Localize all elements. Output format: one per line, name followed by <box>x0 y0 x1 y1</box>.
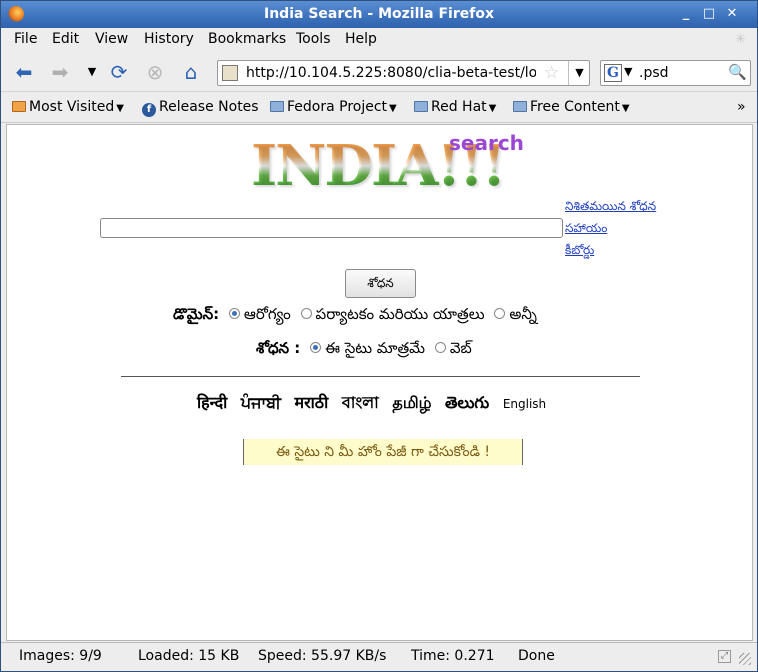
bookmark-release-notes[interactable]: f Release Notes <box>142 99 259 117</box>
menu-history[interactable]: History <box>144 31 194 47</box>
scope-label: శోధన : <box>256 339 301 357</box>
title-bar: India Search - Mozilla Firefox _ □ ✕ <box>1 1 757 28</box>
fedora-icon: f <box>142 103 156 117</box>
scope-site-label: ఈ సైటు మాత్రమే <box>325 339 426 357</box>
back-icon[interactable]: ⬅ <box>12 60 36 84</box>
set-homepage-banner[interactable]: ఈ సైటు ని మీ హోం పేజీ గా చేసుకోండి ! <box>243 439 523 465</box>
lang-punjabi[interactable]: ਪੰਜਾਬੀ <box>241 393 281 412</box>
stop-icon[interactable]: ⊗ <box>143 60 167 84</box>
menu-bar: File Edit View History Bookmarks Tools H… <box>1 28 757 52</box>
bookmarks-toolbar: Most Visited ▼ f Release Notes Fedora Proj… <box>1 93 757 123</box>
magnifier-icon[interactable]: 🔍 <box>728 63 747 81</box>
keyboard-link[interactable]: కీబోర్డు <box>565 239 656 261</box>
help-link[interactable]: సహాయం <box>565 217 656 239</box>
status-images: Images: 9/9 <box>19 648 102 664</box>
reload-icon[interactable]: ⟳ <box>107 60 131 84</box>
scope-web-label: వెబ్ <box>449 339 472 357</box>
lang-english[interactable]: English <box>503 397 546 411</box>
chevron-down-icon: ▼ <box>621 103 630 114</box>
menu-tools[interactable]: Tools <box>296 31 331 47</box>
close-icon[interactable]: ✕ <box>722 5 742 23</box>
lang-bengali[interactable]: বাংলা <box>342 393 379 412</box>
bookmark-fedora-project[interactable]: Fedora Project ▼ <box>270 99 397 115</box>
bookmark-star-icon[interactable]: ☆ <box>544 63 559 83</box>
folder-icon <box>513 101 527 112</box>
bookmark-label: Most Visited <box>29 99 115 115</box>
history-dropdown-icon[interactable]: ▼ <box>80 60 104 84</box>
chevron-down-icon: ▼ <box>116 103 124 114</box>
domain-health-radio[interactable] <box>228 308 240 319</box>
fullscreen-icon[interactable]: ⤢ <box>718 650 731 663</box>
maximize-icon[interactable]: □ <box>699 5 719 23</box>
bookmark-label: Fedora Project <box>287 99 388 115</box>
folder-icon <box>270 101 284 112</box>
firefox-window: India Search - Mozilla Firefox _ □ ✕ Fil… <box>0 0 758 672</box>
status-state: Done <box>518 648 555 664</box>
status-speed: Speed: 55.97 KB/s <box>258 648 387 664</box>
search-button[interactable]: శోధన <box>345 269 416 298</box>
navigation-toolbar: ⬅ ➡ ▼ ⟳ ⊗ ⌂ http://10.104.5.225:8080/cli… <box>1 52 757 92</box>
menu-bookmarks[interactable]: Bookmarks <box>208 31 286 47</box>
bookmark-label: Free Content <box>530 99 620 115</box>
chevron-down-icon: ▼ <box>488 103 497 114</box>
status-bar: Images: 9/9 Loaded: 15 KB Speed: 55.97 K… <box>1 642 757 671</box>
lang-marathi[interactable]: मराठी <box>295 393 329 412</box>
menu-help[interactable]: Help <box>345 31 377 47</box>
search-engine-input[interactable] <box>639 64 727 82</box>
bookmark-red-hat[interactable]: Red Hat ▼ <box>414 99 496 115</box>
folder-icon <box>414 101 428 112</box>
throbber-icon: ✳ <box>735 32 746 47</box>
bookmarks-overflow-icon[interactable]: » <box>737 99 746 115</box>
bookmark-label: Release Notes <box>159 99 259 115</box>
query-input[interactable] <box>100 218 563 238</box>
resize-grip-icon[interactable] <box>739 653 751 665</box>
url-dropdown-icon[interactable]: ▼ <box>568 61 590 85</box>
domain-tourism-label: పర్యాటకం మరియు యాత్రలు <box>315 305 485 323</box>
google-engine-icon[interactable]: G <box>604 64 622 82</box>
scope-row: శోధన : ఈ సైటు మాత్రమే వెబ్ <box>256 339 472 361</box>
engine-dropdown-icon[interactable]: ▼ <box>624 65 632 78</box>
menu-file[interactable]: File <box>14 31 37 47</box>
domain-label: డొమైన్: <box>173 305 220 323</box>
domain-tourism-radio[interactable] <box>300 308 312 319</box>
minimize-icon[interactable]: _ <box>676 5 696 23</box>
scope-web-radio[interactable] <box>434 342 446 353</box>
search-bar[interactable]: G ▼ 🔍 <box>600 60 751 86</box>
url-bar[interactable]: http://10.104.5.225:8080/clia-beta-test/… <box>217 60 590 86</box>
forward-icon[interactable]: ➡ <box>48 60 72 84</box>
domain-all-label: అన్నీ <box>509 305 537 323</box>
chevron-down-icon: ▼ <box>389 103 397 114</box>
domain-all-radio[interactable] <box>494 308 506 319</box>
bookmark-label: Red Hat <box>431 99 487 115</box>
menu-edit[interactable]: Edit <box>52 31 79 47</box>
lang-telugu[interactable]: తెలుగు <box>445 393 489 412</box>
menu-view[interactable]: View <box>95 31 128 47</box>
advanced-search-link[interactable]: నిశితమయిన శోధన <box>565 195 656 217</box>
bookmark-most-visited[interactable]: Most Visited ▼ <box>12 99 124 115</box>
lang-hindi[interactable]: हिन्दी <box>197 393 227 412</box>
site-favicon-icon <box>222 65 238 81</box>
language-links: हिन्दी ਪੰਜਾਬੀ मराठी বাংলা தமிழ் తెలుగు E… <box>197 390 554 417</box>
domain-row: డొమైన్: ఆరోగ్యం పర్యాటకం మరియు యాత్రలు అ… <box>173 305 537 327</box>
window-title: India Search - Mozilla Firefox <box>264 6 494 22</box>
india-search-logo: INDIA!!! search <box>251 131 524 199</box>
divider <box>121 376 640 377</box>
page-content: INDIA!!! search నిశితమయిన శోధన సహాయం కీబ… <box>6 124 753 641</box>
domain-health-label: ఆరోగ్యం <box>243 305 291 323</box>
status-loaded: Loaded: 15 KB <box>138 648 240 664</box>
side-links: నిశితమయిన శోధన సహాయం కీబోర్డు <box>565 195 656 261</box>
status-time: Time: 0.271 <box>411 648 495 664</box>
orange-folder-icon <box>12 101 26 112</box>
home-icon[interactable]: ⌂ <box>179 60 203 84</box>
bookmark-free-content[interactable]: Free Content ▼ <box>513 99 630 115</box>
lang-tamil[interactable]: தமிழ் <box>392 393 431 412</box>
scope-site-radio[interactable] <box>310 342 322 353</box>
logo-subtext: search <box>449 131 524 155</box>
url-text[interactable]: http://10.104.5.225:8080/clia-beta-test/… <box>246 65 536 81</box>
